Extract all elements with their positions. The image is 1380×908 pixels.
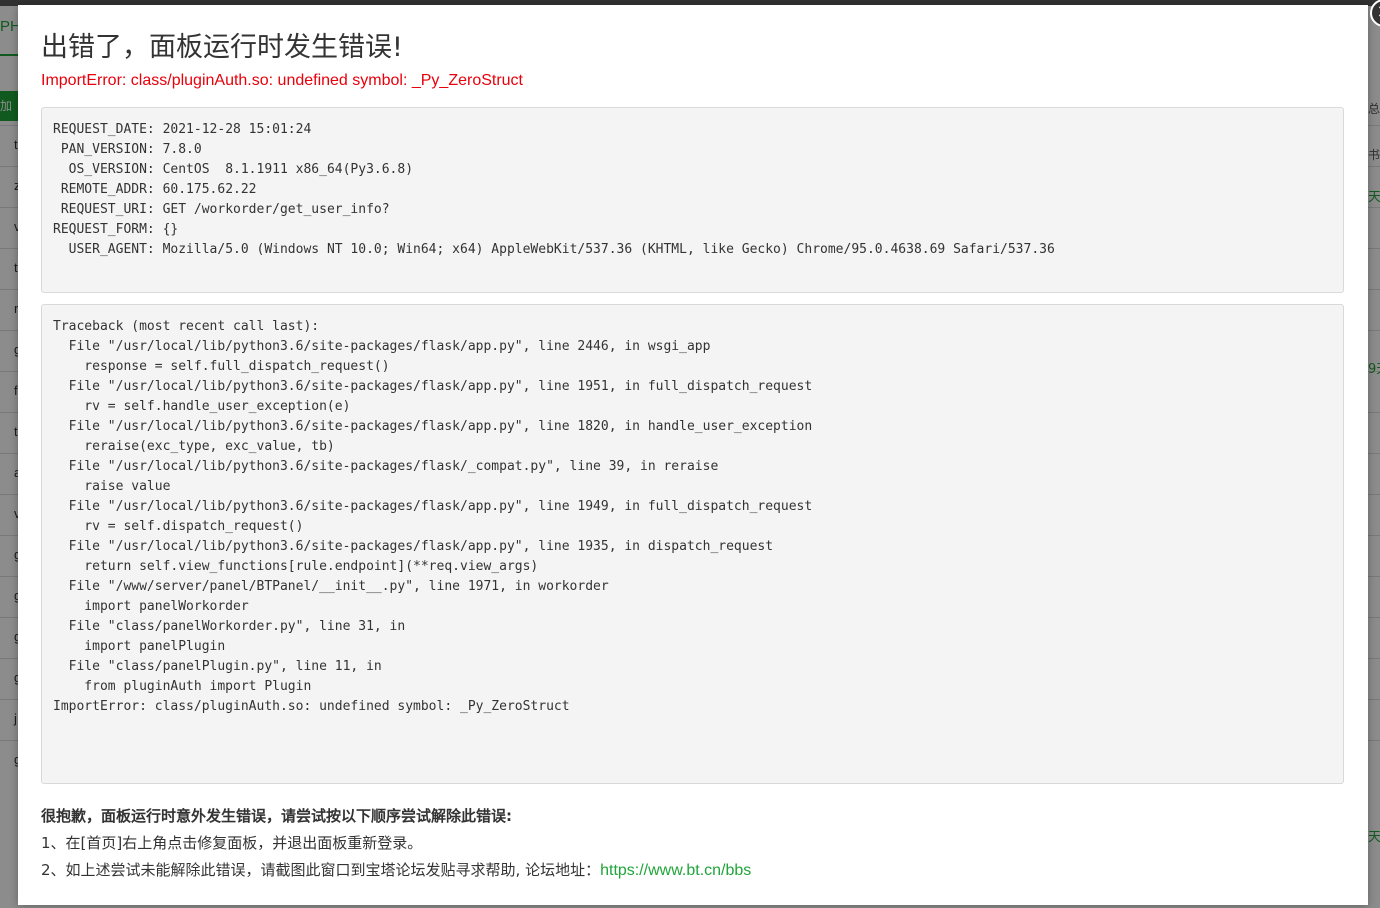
request-info-value: {} xyxy=(162,222,179,237)
request-info-line: REQUEST_FORM: {} xyxy=(53,222,179,237)
request-info-value: 60.175.62.22 xyxy=(162,182,257,197)
request-info-key: OS_VERSION xyxy=(53,162,147,177)
traceback-line: from pluginAuth import Plugin xyxy=(53,679,312,694)
request-info-key: USER_AGENT xyxy=(53,242,147,257)
traceback-line: File "class/panelWorkorder.py", line 31,… xyxy=(53,619,406,634)
traceback-box: Traceback (most recent call last): File … xyxy=(41,304,1344,784)
dialog-title: 出错了，面板运行时发生错误! xyxy=(41,32,403,63)
request-info-line: PAN_VERSION: 7.8.0 xyxy=(53,142,202,157)
request-info-key: REMOTE_ADDR xyxy=(53,182,147,197)
traceback-line: File "class/panelPlugin.py", line 11, in xyxy=(53,659,382,674)
request-info-value: 7.8.0 xyxy=(162,142,202,157)
traceback-line: raise value xyxy=(53,479,171,494)
traceback-line: ImportError: class/pluginAuth.so: undefi… xyxy=(53,699,570,714)
traceback-line: response = self.full_dispatch_request() xyxy=(53,359,390,374)
close-icon: × xyxy=(1376,1,1380,22)
request-info-key: REQUEST_FORM xyxy=(53,222,147,237)
help-step-2-text: 2、如上述尝试未能解除此错误，请截图此窗口到宝塔论坛发贴寻求帮助, 论坛地址： xyxy=(41,861,601,879)
traceback-line: File "/usr/local/lib/python3.6/site-pack… xyxy=(53,339,711,354)
traceback-line: File "/usr/local/lib/python3.6/site-pack… xyxy=(53,499,813,514)
request-info-value: GET /workorder/get_user_info? xyxy=(162,202,390,217)
traceback-line: File "/usr/local/lib/python3.6/site-pack… xyxy=(53,539,774,554)
traceback-line: File "/usr/local/lib/python3.6/site-pack… xyxy=(53,419,813,434)
help-step-2: 2、如上述尝试未能解除此错误，请截图此窗口到宝塔论坛发贴寻求帮助, 论坛地址：h… xyxy=(41,859,751,880)
help-step-1: 1、在[首页]右上角点击修复面板，并退出面板重新登录。 xyxy=(41,834,423,852)
traceback-line: rv = self.dispatch_request() xyxy=(53,519,304,534)
request-info-line: OS_VERSION: CentOS 8.1.1911 x86_64(Py3.6… xyxy=(53,162,414,177)
forum-link[interactable]: https://www.bt.cn/bbs xyxy=(600,862,751,879)
traceback-line: reraise(exc_type, exc_value, tb) xyxy=(53,439,335,454)
traceback-line: File "/usr/local/lib/python3.6/site-pack… xyxy=(53,379,813,394)
request-info-line: USER_AGENT: Mozilla/5.0 (Windows NT 10.0… xyxy=(53,242,1055,257)
request-info-value: CentOS 8.1.1911 x86_64(Py3.6.8) xyxy=(162,162,414,177)
traceback-line: rv = self.handle_user_exception(e) xyxy=(53,399,351,414)
request-info-box: REQUEST_DATE: 2021-12-28 15:01:24 PAN_VE… xyxy=(41,107,1344,293)
error-dialog: × 出错了，面板运行时发生错误! ImportError: class/plug… xyxy=(18,0,1380,905)
request-info-key: REQUEST_URI xyxy=(53,202,147,217)
request-info-key: PAN_VERSION xyxy=(53,142,147,157)
traceback-line: return self.view_functions[rule.endpoint… xyxy=(53,559,539,574)
traceback-line: Traceback (most recent call last): xyxy=(53,319,320,334)
error-summary: ImportError: class/pluginAuth.so: undefi… xyxy=(41,72,523,89)
request-info-line: REMOTE_ADDR: 60.175.62.22 xyxy=(53,182,257,197)
traceback-line: import panelPlugin xyxy=(53,639,226,654)
request-info-line: REQUEST_URI: GET /workorder/get_user_inf… xyxy=(53,202,390,217)
traceback-line: File "/usr/local/lib/python3.6/site-pack… xyxy=(53,459,719,474)
request-info-key: REQUEST_DATE xyxy=(53,122,147,137)
help-heading: 很抱歉，面板运行时意外发生错误，请尝试按以下顺序尝试解除此错误: xyxy=(41,807,513,825)
request-info-value: Mozilla/5.0 (Windows NT 10.0; Win64; x64… xyxy=(162,242,1055,257)
request-info-value: 2021-12-28 15:01:24 xyxy=(162,122,312,137)
request-info-line: REQUEST_DATE: 2021-12-28 15:01:24 xyxy=(53,122,312,137)
traceback-line: import panelWorkorder xyxy=(53,599,249,614)
traceback-line: File "/www/server/panel/BTPanel/__init__… xyxy=(53,579,609,594)
